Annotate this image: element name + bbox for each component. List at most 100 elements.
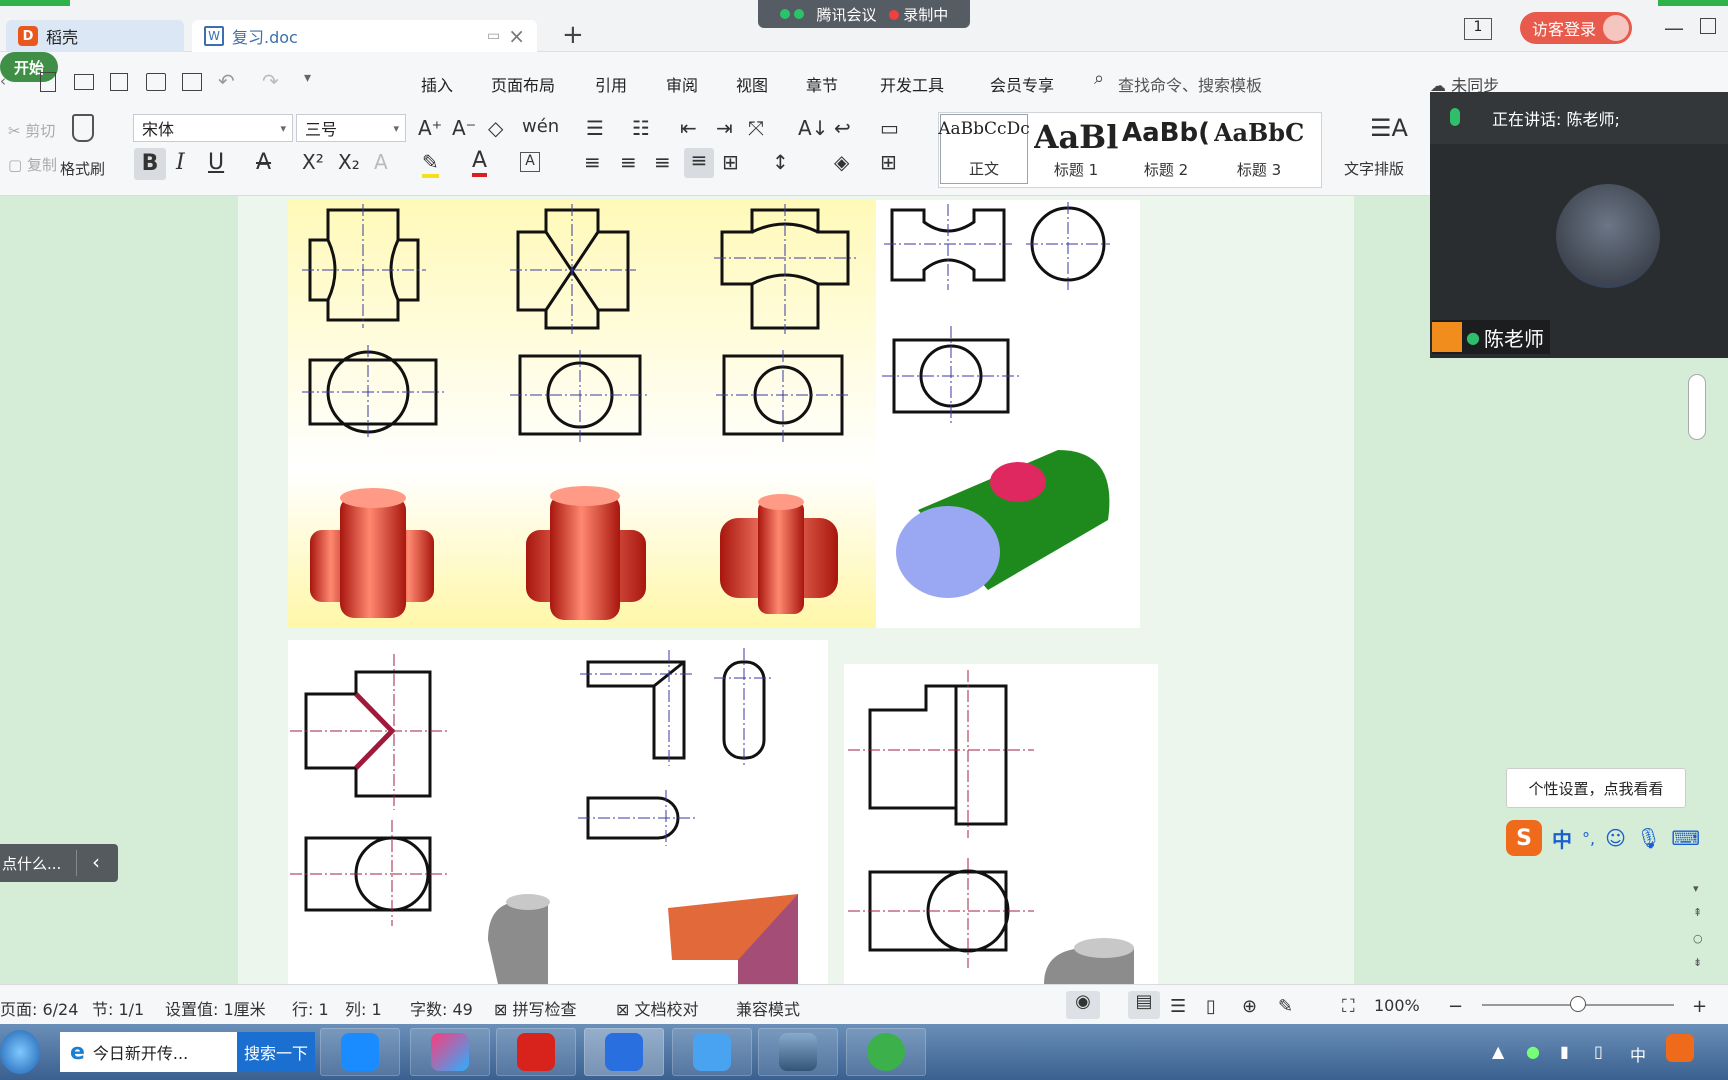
status-words[interactable]: 字数: 49 <box>410 996 473 1020</box>
menu-view[interactable]: 视图 <box>736 72 768 96</box>
zoom-in-icon[interactable]: + <box>1692 996 1707 1017</box>
justify-icon[interactable]: ≡ <box>684 148 714 178</box>
format-painter-icon[interactable] <box>72 114 94 142</box>
emoji-icon[interactable]: ☺ <box>1605 826 1626 850</box>
eye-protect-icon[interactable]: ◉ <box>1066 991 1100 1019</box>
align-right-icon[interactable]: ≡ <box>654 150 671 174</box>
tray-sogou-icon[interactable] <box>1666 1034 1694 1062</box>
highlight-icon[interactable]: ✎ <box>422 150 439 178</box>
sogou-logo-icon[interactable]: S <box>1506 820 1542 856</box>
ie-taskbar-item[interactable]: e 今日新开传... <box>60 1032 237 1072</box>
tray-network-icon[interactable]: ▮ <box>1560 1042 1569 1061</box>
clear-format-icon[interactable]: ◇ <box>488 116 503 140</box>
style-normal[interactable]: AaBbCcDc 正文 <box>938 114 1030 184</box>
increase-indent-icon[interactable]: ⇥ <box>716 116 733 140</box>
tray-ime[interactable]: 中 <box>1630 1042 1646 1066</box>
page-count-badge[interactable]: 1 <box>1464 18 1492 40</box>
chevron-left-icon[interactable]: ‹ <box>0 72 6 90</box>
outline-view-icon[interactable]: ☰ <box>1170 996 1186 1017</box>
ime-punct[interactable]: °, <box>1582 829 1595 848</box>
scroll-down-icon[interactable]: ▾ <box>1693 882 1699 895</box>
tray-battery-icon[interactable]: ▯ <box>1594 1042 1603 1061</box>
zoom-out-icon[interactable]: − <box>1448 996 1463 1017</box>
style-heading-3[interactable]: AaBbC 标题 3 <box>1214 114 1304 184</box>
print-preview-icon[interactable] <box>182 73 202 91</box>
style-heading-1[interactable]: AaBl 标题 1 <box>1032 114 1120 184</box>
taskbar-autocad[interactable] <box>496 1028 576 1076</box>
line-spacing-icon[interactable]: ↕ <box>772 150 789 174</box>
font-name-select[interactable]: 宋体 ▾ <box>133 114 293 142</box>
menu-page-layout[interactable]: 页面布局 <box>491 72 555 96</box>
tray-browser-icon[interactable]: ● <box>1526 1042 1540 1061</box>
write-view-icon[interactable]: ✎ <box>1278 996 1293 1017</box>
format-painter-label[interactable]: 格式刷 <box>60 158 105 179</box>
voice-icon[interactable]: 🎙 <box>1636 826 1661 850</box>
fit-page-icon[interactable]: ⛶ <box>1342 996 1355 1017</box>
command-search[interactable]: 查找命令、搜索模板 <box>1118 72 1262 96</box>
menu-developer[interactable]: 开发工具 <box>880 72 944 96</box>
collapse-icon[interactable]: ‹ <box>92 850 100 874</box>
decrease-indent-icon[interactable]: ⇤ <box>680 116 697 140</box>
taskbar-wps[interactable] <box>584 1028 664 1076</box>
text-layout-icon[interactable]: ☰A <box>1370 114 1408 142</box>
print-icon[interactable] <box>146 73 166 91</box>
menu-member[interactable]: 会员专享 <box>990 72 1054 96</box>
taskbar-search-button[interactable]: 搜索一下 <box>237 1032 315 1072</box>
ime-toolbar[interactable]: S 中 °, ☺ 🎙 ⌨ <box>1506 818 1728 858</box>
spell-check-button[interactable]: ⊠ 拼写检查 <box>494 996 577 1020</box>
taskbar-image-viewer[interactable] <box>758 1028 838 1076</box>
font-color-icon[interactable]: A <box>472 148 488 177</box>
ime-mode[interactable]: 中 <box>1552 824 1572 853</box>
menu-references[interactable]: 引用 <box>595 72 627 96</box>
minimize-icon[interactable]: — <box>1664 16 1684 40</box>
menu-chapter[interactable]: 章节 <box>806 72 838 96</box>
shading-icon[interactable]: ◈ <box>834 150 849 174</box>
chinese-layout-icon[interactable]: ⤧ <box>748 116 764 140</box>
save-icon[interactable] <box>110 73 128 91</box>
open-folder-icon[interactable] <box>74 74 94 90</box>
customize-dropdown-icon[interactable]: ▾ <box>304 70 311 86</box>
show-marks-icon[interactable]: ↩ <box>834 116 851 140</box>
bold-button[interactable]: B <box>134 148 166 180</box>
status-setting[interactable]: 设置值: 1厘米 <box>165 996 266 1020</box>
shrink-font-icon[interactable]: A⁻ <box>452 116 476 140</box>
next-page-icon[interactable]: ⇟ <box>1693 956 1702 969</box>
ime-tooltip[interactable]: 个性设置，点我看看 <box>1506 768 1686 808</box>
scrollbar-thumb[interactable] <box>1688 374 1706 440</box>
style-heading-2[interactable]: AaBb( 标题 2 <box>1122 114 1210 184</box>
redo-icon[interactable]: ↷ <box>262 69 279 93</box>
italic-button[interactable]: I <box>176 150 185 175</box>
ruler-icon[interactable]: ▭ <box>880 116 899 140</box>
tab-document[interactable]: W 复习.doc ▭ × <box>192 20 537 52</box>
close-tab-icon[interactable]: × <box>508 24 525 48</box>
menu-insert[interactable]: 插入 <box>421 72 453 96</box>
strikethrough-button[interactable]: A <box>256 150 271 175</box>
superscript-button[interactable]: X² <box>302 150 324 174</box>
taskbar-folder[interactable] <box>672 1028 752 1076</box>
cut-button[interactable]: ✂ 剪切 <box>8 120 55 141</box>
align-center-icon[interactable]: ≡ <box>620 150 637 174</box>
select-browse-icon[interactable]: ○ <box>1693 932 1703 945</box>
zoom-level[interactable]: 100% <box>1374 996 1420 1015</box>
pin-icon[interactable]: ▭ <box>487 28 500 44</box>
document-page[interactable] <box>238 196 1354 984</box>
meeting-video-panel[interactable]: 正在讲话: 陈老师; ● 陈老师 <box>1430 92 1728 358</box>
zoom-slider-handle[interactable] <box>1570 996 1586 1012</box>
pinyin-guide-icon[interactable]: wén <box>522 116 559 137</box>
web-view-icon[interactable]: ⊕ <box>1242 996 1257 1017</box>
start-button-icon[interactable] <box>0 1030 40 1074</box>
text-effect-icon[interactable]: A <box>374 150 388 174</box>
tray-expand-icon[interactable]: ▲ <box>1492 1042 1504 1061</box>
align-left-icon[interactable]: ≡ <box>584 150 601 174</box>
taskbar-tencent-meeting[interactable] <box>320 1028 400 1076</box>
undo-icon[interactable]: ↶ <box>218 69 235 93</box>
page-view-icon[interactable]: ▤ <box>1128 991 1160 1019</box>
doc-proof-button[interactable]: ⊠ 文档校对 <box>616 996 699 1020</box>
visitor-login-button[interactable]: 访客登录 <box>1520 12 1632 44</box>
tab-home[interactable]: D 稻壳 <box>6 20 184 52</box>
borders-icon[interactable]: ⊞ <box>880 150 897 174</box>
prev-page-icon[interactable]: ⇞ <box>1693 906 1702 919</box>
distribute-icon[interactable]: ⊞ <box>722 150 739 174</box>
char-border-icon[interactable]: A <box>520 152 540 172</box>
read-view-icon[interactable]: ▯ <box>1206 996 1216 1017</box>
